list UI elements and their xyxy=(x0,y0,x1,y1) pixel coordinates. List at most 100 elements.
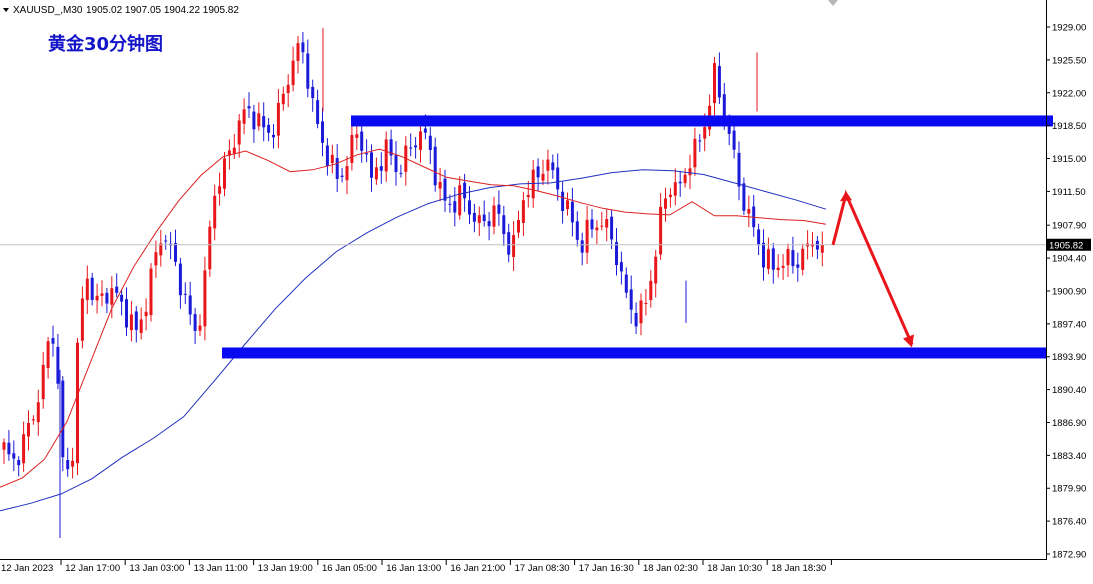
candle-body xyxy=(272,134,275,138)
price-tick-label: 1925.50 xyxy=(1052,55,1086,66)
candle-body xyxy=(252,111,256,130)
candle-body xyxy=(316,100,320,124)
candle-body xyxy=(561,191,565,212)
candle-body xyxy=(27,423,30,437)
candle-body xyxy=(610,216,614,240)
candle-body xyxy=(46,341,50,369)
candle-body xyxy=(350,134,354,163)
candle-body xyxy=(521,200,525,223)
candle-body xyxy=(257,113,261,127)
support-band xyxy=(222,347,1046,359)
candle-body xyxy=(31,419,35,421)
candle-body xyxy=(291,60,295,86)
candle-body xyxy=(683,174,687,184)
candle-body xyxy=(414,145,418,148)
price-tick-label: 1883.40 xyxy=(1052,451,1086,462)
candle-body xyxy=(17,460,21,466)
candle-body xyxy=(105,292,109,304)
price-tick-label: 1879.90 xyxy=(1052,484,1086,495)
price-tick-label: 1900.90 xyxy=(1052,286,1086,297)
time-tick-label: 13 Jan 19:00 xyxy=(258,563,313,574)
candle-body xyxy=(472,212,476,222)
candle-body xyxy=(605,219,609,228)
time-tick-label: 12 Jan 17:00 xyxy=(65,563,120,574)
candle-body xyxy=(468,200,471,215)
price-axis: 1929.00 1925.50 1922.00 1918.50 1915.00 1911.… xyxy=(1046,23,1086,561)
price-tick-label: 1918.50 xyxy=(1052,121,1086,132)
current-price-label: 1905.82 xyxy=(1049,240,1083,251)
time-tick-label: 16 Jan 21:00 xyxy=(450,563,505,574)
candle-body xyxy=(409,147,413,149)
candle-body xyxy=(717,66,721,98)
candle-body xyxy=(747,209,751,214)
time-tick-label: 17 Jan 08:30 xyxy=(515,563,570,574)
candle-body xyxy=(673,182,677,196)
candle-body xyxy=(208,226,212,270)
candle-body xyxy=(115,286,119,293)
candle-body xyxy=(12,453,16,459)
price-tick-label: 1907.90 xyxy=(1052,221,1086,232)
candle-body xyxy=(144,311,148,317)
ohlc-values: 1905.02 1907.05 1904.22 1905.82 xyxy=(86,5,239,16)
candle-body xyxy=(590,219,594,230)
candle-body xyxy=(551,162,555,171)
candle-body xyxy=(634,312,638,327)
candle-body xyxy=(762,242,765,268)
candle-body xyxy=(213,195,217,229)
candle-body xyxy=(120,294,124,302)
candle-body xyxy=(566,200,569,210)
price-tick-label: 1872.90 xyxy=(1052,550,1086,561)
candle-body xyxy=(394,155,398,173)
current-price-marker: 1905.82 xyxy=(1047,238,1091,251)
candle-body xyxy=(370,152,373,178)
candle-body xyxy=(36,402,40,423)
candle-body xyxy=(66,460,70,470)
candle-body xyxy=(281,93,285,105)
candle-body xyxy=(556,167,560,190)
candle-body xyxy=(737,152,741,187)
candle-body xyxy=(301,42,305,53)
candle-body xyxy=(487,221,491,227)
candle-body xyxy=(458,185,462,216)
candle-body xyxy=(178,263,182,296)
candle-body xyxy=(654,256,658,284)
candle-body xyxy=(267,124,271,133)
candle-body xyxy=(703,127,707,139)
candle-body xyxy=(497,204,501,214)
candle-body xyxy=(546,159,550,171)
candle-body xyxy=(742,183,746,211)
candle-body xyxy=(71,460,75,467)
candle-body xyxy=(453,201,457,213)
candle-body xyxy=(477,215,481,223)
candle-body xyxy=(100,293,104,296)
candle-body xyxy=(80,298,84,341)
candle-body xyxy=(619,262,623,272)
candle-body xyxy=(448,203,452,205)
candle-body xyxy=(198,325,202,331)
candle-body xyxy=(188,295,192,315)
candle-body xyxy=(796,264,800,268)
candle-body xyxy=(134,311,138,330)
candle-body xyxy=(237,120,241,145)
candle-body xyxy=(644,302,648,304)
candle-body xyxy=(507,232,511,255)
candle-body xyxy=(664,198,667,209)
candle-body xyxy=(688,168,692,176)
candle-body xyxy=(512,235,516,257)
candle-body xyxy=(428,135,432,151)
price-chart: 1929.00 1925.50 1922.00 1918.50 1915.00 1911.… xyxy=(0,0,1091,574)
candle-body xyxy=(330,154,334,163)
candle-body xyxy=(311,86,315,98)
candle-body xyxy=(51,338,55,344)
candle-body xyxy=(526,195,530,198)
candle-body xyxy=(286,84,290,94)
candle-body xyxy=(129,314,133,331)
candle-body xyxy=(7,442,11,455)
time-tick-label: 17 Jan 16:30 xyxy=(579,563,634,574)
candle-body xyxy=(433,146,437,186)
candle-body xyxy=(482,214,486,222)
price-tick-label: 1922.00 xyxy=(1052,88,1086,99)
candle-body xyxy=(90,277,94,300)
candle-body xyxy=(443,178,447,201)
resistance-band xyxy=(351,115,1053,127)
